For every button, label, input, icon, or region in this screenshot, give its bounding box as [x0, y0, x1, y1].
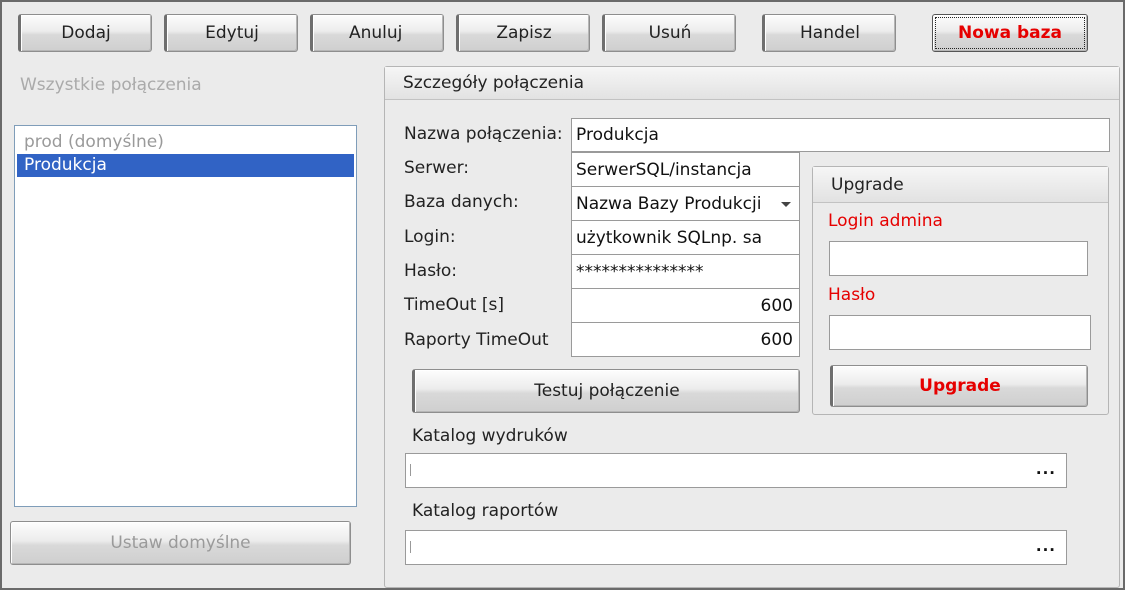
admin-password-field[interactable] [829, 315, 1091, 350]
list-item[interactable]: prod (domyślne) [17, 131, 354, 154]
cancel-button-label: Anuluj [349, 23, 403, 43]
upgrade-header: Upgrade [813, 167, 1108, 203]
upgrade-title: Upgrade [831, 174, 904, 195]
upgrade-button[interactable]: Upgrade [830, 365, 1088, 407]
browse-icon[interactable]: ... [1036, 460, 1056, 478]
timeout-field[interactable]: 600 [571, 288, 800, 323]
text-caret [410, 541, 411, 553]
chevron-down-icon [781, 202, 791, 207]
server-field[interactable]: SerwerSQL/instancja [571, 152, 800, 187]
new-database-button[interactable]: Nowa baza [932, 14, 1088, 52]
password-label: Hasło: [404, 261, 458, 281]
login-value: użytkownik SQLnp. sa [576, 227, 763, 248]
all-connections-title: Wszystkie połączenia [20, 75, 202, 95]
password-field[interactable]: *************** [571, 254, 800, 289]
admin-login-field[interactable] [829, 241, 1088, 276]
browse-icon[interactable]: ... [1036, 537, 1056, 555]
trade-button[interactable]: Handel [762, 14, 896, 52]
database-label: Baza danych: [404, 192, 519, 212]
report-catalog-label: Katalog raportów [412, 501, 559, 521]
cancel-button[interactable]: Anuluj [310, 14, 444, 52]
login-label: Login: [404, 227, 456, 247]
connection-name-label: Nazwa połączenia: [404, 124, 563, 144]
text-caret [410, 464, 411, 476]
server-value: SerwerSQL/instancja [576, 159, 752, 180]
test-connection-button[interactable]: Testuj połączenie [412, 369, 800, 413]
edit-button-label: Edytuj [205, 23, 259, 43]
connection-name-field[interactable]: Produkcja [571, 118, 1110, 152]
report-timeout-label: Raporty TimeOut [404, 330, 549, 350]
all-connections-header: Wszystkie połączenia [2, 68, 374, 102]
report-catalog-field[interactable]: ... [405, 530, 1067, 565]
upgrade-button-label: Upgrade [919, 376, 1001, 396]
admin-password-label: Hasło [828, 285, 876, 305]
print-catalog-label: Katalog wydruków [412, 426, 568, 446]
set-default-button[interactable]: Ustaw domyślne [10, 521, 351, 565]
report-timeout-field[interactable]: 600 [571, 322, 800, 357]
test-connection-button-label: Testuj połączenie [534, 381, 680, 401]
delete-button-label: Usuń [648, 23, 692, 43]
database-select[interactable]: Nazwa Bazy Produkcji [571, 186, 800, 221]
new-database-button-label: Nowa baza [957, 23, 1062, 43]
edit-button[interactable]: Edytuj [164, 14, 298, 52]
database-value: Nazwa Bazy Produkcji [576, 193, 762, 214]
login-field[interactable]: użytkownik SQLnp. sa [571, 220, 800, 255]
delete-button[interactable]: Usuń [602, 14, 736, 52]
timeout-label: TimeOut [s] [404, 295, 504, 315]
connection-details-header: Szczegóły połączenia [385, 67, 1119, 100]
connection-manager-window: Dodaj Edytuj Anuluj Zapisz Usuń Handel N… [0, 0, 1125, 590]
connection-name-value: Produkcja [576, 125, 659, 145]
password-value: *************** [576, 261, 704, 282]
set-default-button-label: Ustaw domyślne [110, 533, 251, 553]
trade-button-label: Handel [800, 23, 860, 43]
connection-details-title: Szczegóły połączenia [403, 73, 585, 93]
save-button-label: Zapisz [496, 23, 552, 43]
connections-list[interactable]: prod (domyślne) Produkcja [14, 125, 357, 507]
server-label: Serwer: [404, 158, 470, 178]
save-button[interactable]: Zapisz [456, 14, 590, 52]
admin-login-label: Login admina [828, 211, 943, 231]
add-button-label: Dodaj [61, 23, 111, 43]
list-item[interactable]: Produkcja [17, 154, 354, 177]
report-timeout-value: 600 [760, 329, 793, 350]
print-catalog-field[interactable]: ... [405, 453, 1067, 488]
timeout-value: 600 [760, 295, 793, 316]
add-button[interactable]: Dodaj [18, 14, 152, 52]
